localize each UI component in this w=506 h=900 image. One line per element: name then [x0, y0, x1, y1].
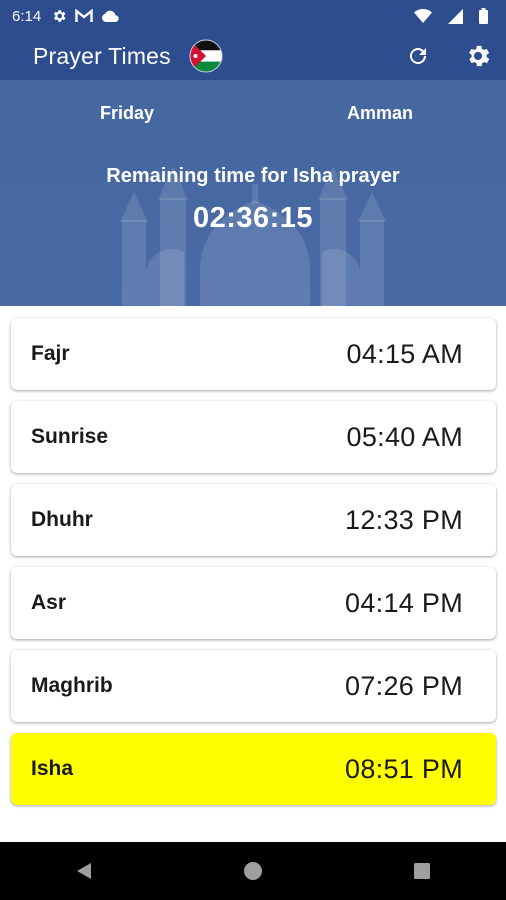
remaining-label: Remaining time for Isha prayer	[106, 165, 400, 187]
back-icon	[77, 863, 92, 879]
prayer-time: 12:33 PM	[345, 504, 463, 535]
gear-icon	[51, 8, 67, 24]
prayer-row-fajr[interactable]: Fajr 04:15 AM	[11, 318, 496, 390]
prayer-name: Sunrise	[31, 425, 109, 448]
signal-icon	[448, 8, 463, 24]
prayer-name: Asr	[31, 591, 67, 614]
prayer-name: Isha	[31, 757, 74, 780]
prayer-time: 07:26 PM	[345, 670, 463, 701]
prayer-header: Friday Amman Remaining time for Isha pra…	[0, 80, 506, 306]
day-label: Friday	[99, 103, 155, 123]
prayer-row-sunrise[interactable]: Sunrise 05:40 AM	[11, 401, 496, 473]
prayer-list: Fajr 04:15 AM Sunrise 05:40 AM Dhuhr 12:…	[11, 318, 496, 816]
back-button[interactable]	[54, 842, 114, 900]
prayer-row-dhuhr[interactable]: Dhuhr 12:33 PM	[11, 484, 496, 556]
prayer-name: Fajr	[31, 342, 70, 365]
battery-icon	[479, 8, 488, 24]
refresh-button[interactable]	[396, 34, 440, 78]
prayer-name: Maghrib	[31, 674, 113, 697]
wifi-icon	[414, 9, 432, 23]
prayer-name: Dhuhr	[31, 508, 93, 531]
cloud-icon	[101, 10, 119, 23]
app-bar: Prayer Times	[0, 32, 506, 80]
refresh-icon	[410, 48, 426, 64]
settings-icon	[469, 45, 490, 67]
countdown-timer: 02:36:15	[192, 202, 314, 234]
prayer-row-isha[interactable]: Isha 08:51 PM	[11, 733, 496, 805]
jordan-flag-icon	[189, 39, 223, 73]
app-title: Prayer Times	[33, 42, 171, 69]
home-icon	[243, 862, 262, 880]
system-nav-bar	[0, 842, 506, 900]
prayer-time: 08:51 PM	[345, 753, 463, 784]
gmail-icon	[75, 9, 93, 23]
status-bar: 6:14	[0, 0, 506, 32]
prayer-time: 04:14 PM	[345, 587, 463, 618]
home-button[interactable]	[223, 842, 283, 900]
status-time: 6:14	[12, 7, 42, 25]
settings-button[interactable]	[456, 34, 500, 78]
recents-icon	[413, 863, 430, 879]
prayer-time: 04:15 AM	[346, 338, 463, 369]
recents-button[interactable]	[392, 842, 452, 900]
city-label[interactable]: Amman	[320, 103, 440, 124]
prayer-row-asr[interactable]: Asr 04:14 PM	[11, 567, 496, 639]
prayer-row-maghrib[interactable]: Maghrib 07:26 PM	[11, 650, 496, 722]
prayer-time: 05:40 AM	[346, 421, 463, 452]
